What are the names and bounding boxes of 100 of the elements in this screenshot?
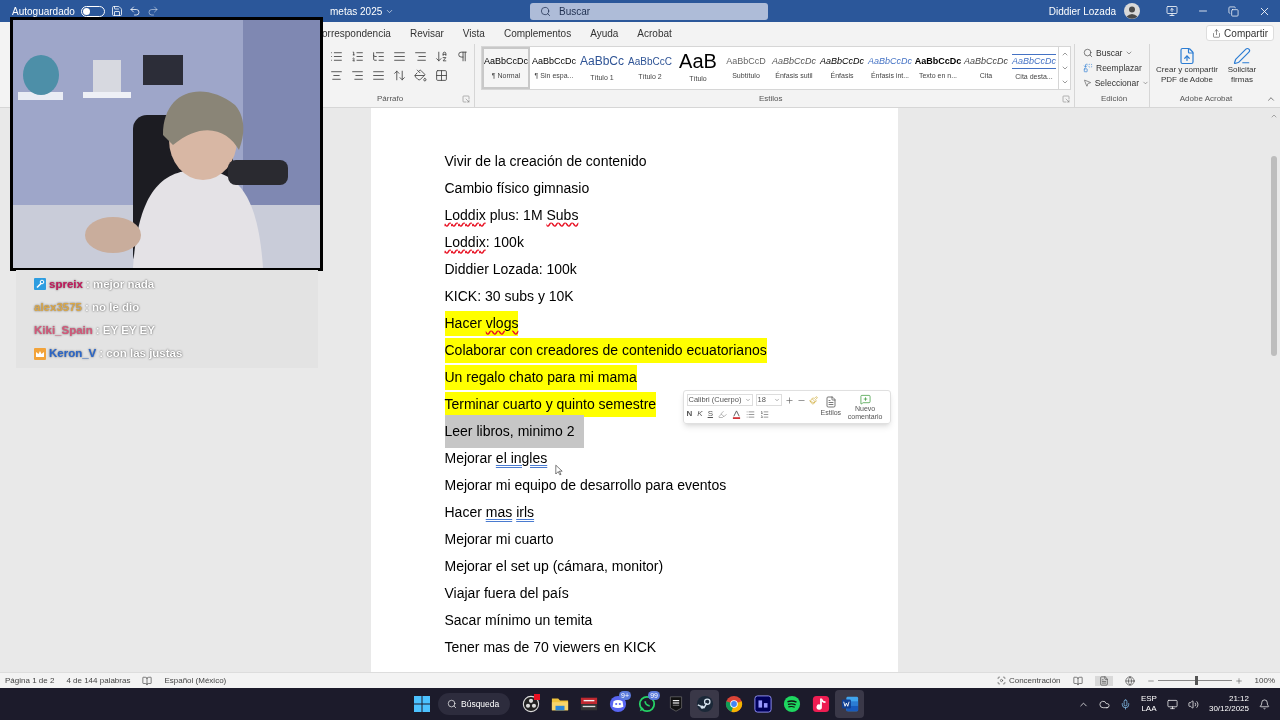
document-line[interactable]: KICK: 30 subs y 10K (444, 284, 574, 309)
justify-icon[interactable] (372, 69, 385, 82)
chat-app-icon[interactable] (608, 695, 627, 713)
ribbon-tab[interactable]: Ayuda (590, 25, 619, 41)
notifications-icon[interactable] (1259, 698, 1270, 710)
create-pdf-button[interactable]: Crear y compartir PDF de Adobe (1153, 47, 1221, 85)
scroll-up-icon[interactable] (1060, 50, 1069, 58)
select-button[interactable]: Seleccionar (1083, 76, 1149, 90)
search-icon[interactable] (447, 699, 457, 709)
volume-icon[interactable] (1187, 698, 1199, 710)
document-line[interactable]: Viajar fuera del país (444, 581, 569, 606)
web-layout-icon[interactable] (1124, 675, 1135, 686)
video-editor-icon[interactable] (753, 695, 772, 713)
word-count[interactable]: 4 de 144 palabras (66, 674, 131, 687)
document-line[interactable]: Mejorar el set up (cámara, monitor) (444, 554, 664, 579)
ribbon-tab[interactable]: Acrobat (637, 25, 672, 41)
game-store-icon[interactable] (667, 695, 684, 713)
file-upload-icon[interactable] (1178, 47, 1196, 65)
network-icon[interactable] (1166, 698, 1178, 710)
undo-icon[interactable] (128, 5, 141, 17)
more-styles-icon[interactable] (1060, 78, 1069, 86)
numbered-list-icon[interactable] (759, 409, 769, 419)
document-line[interactable]: Mejorar el ingles (444, 446, 548, 471)
group-label: Estilos (759, 93, 783, 105)
read-mode-icon[interactable] (1072, 675, 1083, 686)
input-language[interactable]: ESP LAA (1140, 694, 1157, 714)
clock[interactable]: 21:12 30/12/2025 (1208, 694, 1249, 714)
ribbon-tab[interactable]: Complementos (503, 25, 572, 41)
search-icon[interactable] (1083, 48, 1093, 59)
replace-button[interactable]: Reemplazar (1083, 61, 1149, 75)
start-icon[interactable] (414, 696, 430, 712)
avatar[interactable] (1124, 3, 1140, 19)
align-center-icon[interactable] (330, 69, 343, 82)
restore-icon[interactable] (1228, 5, 1239, 17)
align-right-icon[interactable] (351, 69, 364, 82)
pointer-icon[interactable] (1083, 77, 1092, 88)
ribbon-tab[interactable]: orrespondencia (322, 25, 391, 41)
share-button[interactable]: Compartir (1206, 25, 1274, 41)
proofing-icon[interactable] (142, 675, 153, 686)
mixer-app-icon[interactable] (579, 695, 598, 713)
share-icon[interactable] (1212, 28, 1222, 38)
game-launcher-icon[interactable] (695, 695, 714, 713)
document-app-icon[interactable] (840, 695, 859, 713)
ribbon-tab[interactable]: Vista (462, 25, 485, 41)
browser-icon[interactable] (724, 695, 743, 713)
wrench-badge-icon (34, 278, 46, 291)
phone-chat-icon[interactable] (637, 695, 656, 713)
taskbar-search[interactable]: Búsqueda (438, 693, 510, 715)
music-app-icon[interactable] (782, 695, 801, 713)
borders-icon[interactable] (435, 69, 448, 82)
request-signatures-button[interactable]: Solicitar firmas (1225, 47, 1259, 85)
document-line[interactable]: Tener mas de 70 viewers en KICK (444, 635, 657, 660)
chat-username: Keron_V (49, 346, 97, 362)
document-line[interactable]: Vivir de la creación de contenido (444, 149, 647, 174)
strikethrough-button[interactable]: S (707, 408, 713, 420)
language[interactable]: Español (México) (164, 674, 227, 687)
save-icon[interactable] (110, 5, 123, 17)
document-line[interactable]: Hacer mas irls (444, 500, 535, 525)
grow-font-icon[interactable] (784, 395, 794, 405)
zoom-in-icon[interactable] (1234, 676, 1243, 685)
redo-icon[interactable] (146, 5, 159, 17)
collapse-ribbon-icon[interactable] (1266, 94, 1276, 104)
replace-icon[interactable] (1083, 63, 1093, 74)
page-count[interactable]: Página 1 de 2 (5, 674, 55, 687)
search-icon[interactable] (540, 5, 551, 17)
print-layout-icon[interactable] (1098, 675, 1109, 686)
document-line[interactable]: Loddix: 100k (444, 230, 524, 255)
document-line[interactable]: Diddier Lozada: 100k (444, 257, 577, 282)
document-line[interactable]: Mejorar mi equipo de desarrollo para eventos (444, 473, 727, 498)
cloud-icon[interactable] (1098, 698, 1110, 710)
search-field[interactable]: Buscar (530, 2, 768, 20)
focus-icon[interactable] (996, 676, 1006, 685)
microphone-icon[interactable] (1119, 698, 1131, 710)
bullet-list-icon[interactable] (745, 409, 755, 419)
paint-bucket-icon[interactable] (414, 69, 427, 82)
document-title[interactable]: metas 2025 (330, 3, 530, 19)
document-line[interactable]: Cambio físico gimnasio (444, 176, 590, 201)
document-line[interactable]: Sacar mínimo un temita (444, 608, 593, 633)
document-line[interactable]: Loddix plus: 1M Subs (444, 203, 579, 228)
sort-icon[interactable] (435, 50, 448, 63)
document-line[interactable]: Mejorar mi cuarto (444, 527, 554, 552)
note-app-icon[interactable] (811, 695, 830, 713)
bullet-list-icon[interactable] (330, 50, 343, 63)
styles-icon[interactable] (824, 395, 837, 408)
numbered-list-icon[interactable] (351, 50, 364, 63)
font-color-icon[interactable] (731, 409, 741, 419)
italic-button[interactable]: K (697, 408, 703, 420)
multilevel-list-icon[interactable] (372, 50, 385, 63)
focus-button[interactable]: Concentración (996, 674, 1061, 687)
pilcrow-icon[interactable] (456, 50, 469, 63)
bold-button[interactable]: N (686, 408, 693, 420)
autosave-label: Autoguardado (12, 4, 75, 19)
ribbon-display-icon[interactable] (1165, 5, 1178, 17)
ribbon-tab[interactable]: Revisar (409, 25, 444, 41)
pen-icon[interactable] (1233, 47, 1251, 65)
line-spacing-icon[interactable] (393, 69, 406, 82)
comment-icon[interactable] (859, 393, 871, 405)
zoom-level[interactable]: 100% (1254, 674, 1275, 687)
scroll-down-icon[interactable] (1060, 64, 1069, 72)
find-button[interactable]: Buscar (1083, 47, 1149, 60)
